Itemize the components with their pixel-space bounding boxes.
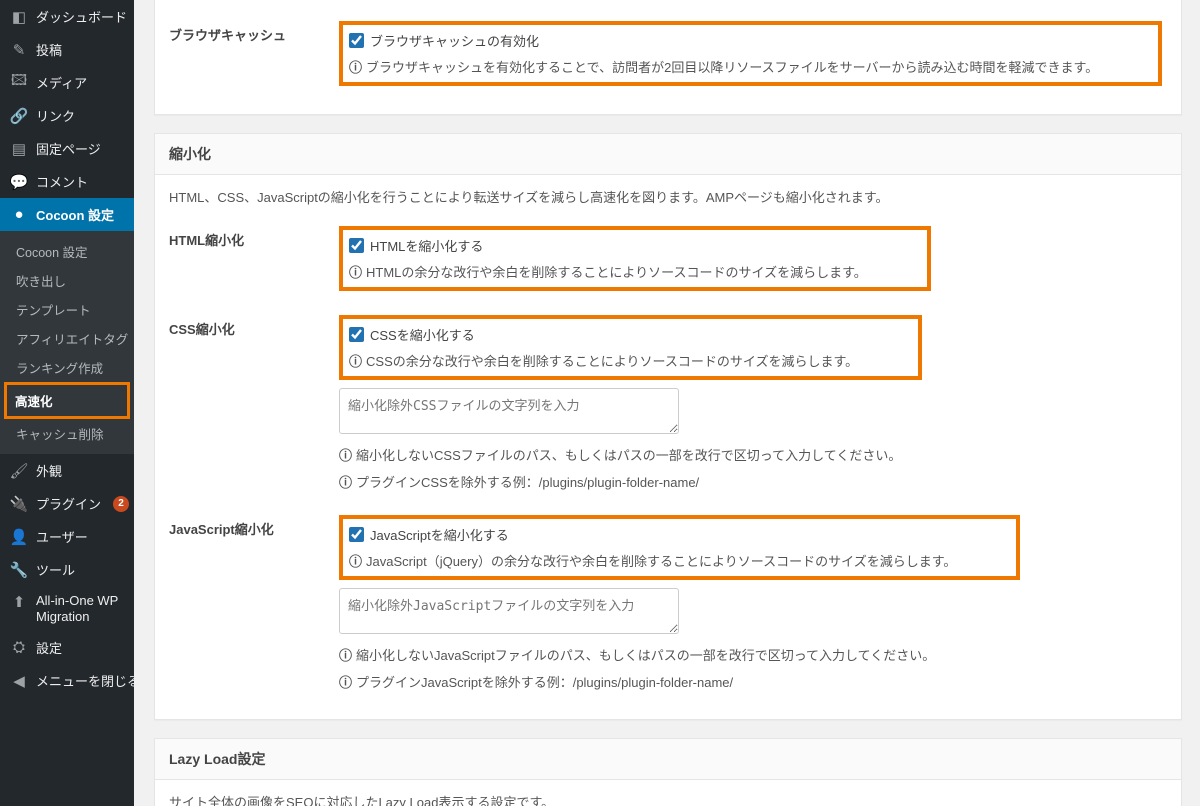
sidebar-label: ユーザー	[36, 527, 88, 546]
sidebar-sub-ranking[interactable]: ランキング作成	[0, 353, 134, 382]
sidebar-sub-speedup[interactable]: 高速化	[4, 382, 130, 419]
js-minify-tip2: ⓘプラグインJavaScriptを除外する例：/plugins/plugin-f…	[339, 672, 1167, 691]
sidebar-item-appearance[interactable]: 🖌 外観	[0, 454, 134, 487]
sidebar-label: 固定ページ	[36, 139, 101, 158]
sidebar-label: Cocoon 設定	[36, 205, 114, 224]
sidebar-label: メニューを閉じる	[36, 671, 140, 690]
info-icon: ⓘ	[349, 60, 362, 75]
sidebar-label: 投稿	[36, 40, 62, 59]
info-icon: ⓘ	[349, 554, 362, 569]
metabox-lazyload: Lazy Load設定 サイト全体の画像をSEOに対応したLazy Load表示…	[154, 738, 1182, 806]
appearance-icon: 🖌	[10, 462, 28, 480]
collapse-icon: ◀	[10, 672, 28, 690]
info-icon: ⓘ	[339, 475, 352, 490]
sidebar-item-posts[interactable]: ✎ 投稿	[0, 33, 134, 66]
info-icon: ⓘ	[349, 265, 362, 280]
sidebar-sub-cache-clear[interactable]: キャッシュ削除	[0, 419, 134, 448]
sidebar-sub-balloon[interactable]: 吹き出し	[0, 266, 134, 295]
metabox-browser-cache: ブラウザキャッシュを設定します。ブラウザキャッシュを設定することで、次回からサー…	[154, 0, 1182, 115]
settings-content: ブラウザキャッシュを設定します。ブラウザキャッシュを設定することで、次回からサー…	[134, 0, 1200, 806]
sidebar-sub-cocoon-settings[interactable]: Cocoon 設定	[0, 237, 134, 266]
sidebar-label: ツール	[36, 560, 75, 579]
css-minify-exclude-textarea[interactable]	[339, 388, 679, 434]
sidebar-collapse[interactable]: ◀ メニューを閉じる	[0, 664, 134, 697]
lazyload-intro: サイト全体の画像をSEOに対応したLazy Load表示する設定です。	[169, 792, 1167, 806]
row-label-browser-cache: ブラウザキャッシュ	[169, 11, 339, 100]
js-minify-exclude-textarea[interactable]	[339, 588, 679, 634]
row-label-js-minify: JavaScript縮小化	[169, 505, 339, 705]
link-icon: 🔗	[10, 107, 28, 125]
browser-cache-intro: ブラウザキャッシュを設定します。ブラウザキャッシュを設定することで、次回からサー…	[169, 0, 1167, 1]
minify-intro: HTML、CSS、JavaScriptの縮小化を行うことにより転送サイズを減らし…	[169, 187, 1167, 206]
info-icon: ⓘ	[339, 448, 352, 463]
page-icon: ▤	[10, 140, 28, 158]
row-label-css-minify: CSS縮小化	[169, 305, 339, 505]
sidebar-label: プラグイン	[36, 494, 101, 513]
highlight-html-minify: HTMLを縮小化する ⓘHTMLの余分な改行や余白を削除することによりソースコー…	[339, 226, 931, 291]
css-minify-checkbox-label: CSSを縮小化する	[370, 325, 475, 344]
js-minify-info: ⓘJavaScript（jQuery）の余分な改行や余白を削除することによりソー…	[349, 551, 956, 570]
admin-sidebar: ◧ ダッシュボード ✎ 投稿 🖾 メディア 🔗 リンク ▤ 固定ページ 💬 コメ…	[0, 0, 134, 806]
sidebar-label: コメント	[36, 172, 88, 191]
js-minify-checkbox[interactable]	[349, 527, 364, 542]
highlight-css-minify: CSSを縮小化する ⓘCSSの余分な改行や余白を削除することによりソースコードの…	[339, 315, 922, 380]
sidebar-item-media[interactable]: 🖾 メディア	[0, 66, 134, 99]
sidebar-sub-affiliate[interactable]: アフィリエイトタグ	[0, 324, 134, 353]
css-minify-checkbox[interactable]	[349, 327, 364, 342]
checkbox-row-js-minify[interactable]: JavaScriptを縮小化する	[349, 525, 509, 544]
html-minify-checkbox[interactable]	[349, 238, 364, 253]
plugin-icon: 🔌	[10, 495, 28, 513]
comment-icon: 💬	[10, 173, 28, 191]
sidebar-item-links[interactable]: 🔗 リンク	[0, 99, 134, 132]
html-minify-checkbox-label: HTMLを縮小化する	[370, 236, 483, 255]
sidebar-label: メディア	[36, 73, 87, 92]
cocoon-icon: ●	[10, 206, 28, 224]
sidebar-item-settings[interactable]: ⛭ 設定	[0, 631, 134, 664]
sidebar-item-comments[interactable]: 💬 コメント	[0, 165, 134, 198]
sidebar-label: 設定	[36, 638, 62, 657]
sidebar-item-pages[interactable]: ▤ 固定ページ	[0, 132, 134, 165]
js-minify-tip1: ⓘ縮小化しないJavaScriptファイルのパス、もしくはパスの一部を改行で区切…	[339, 645, 1167, 664]
sidebar-sub-template[interactable]: テンプレート	[0, 295, 134, 324]
media-icon: 🖾	[10, 74, 28, 92]
highlight-js-minify: JavaScriptを縮小化する ⓘJavaScript（jQuery）の余分な…	[339, 515, 1020, 580]
dashboard-icon: ◧	[10, 8, 28, 26]
sidebar-item-cocoon[interactable]: ● Cocoon 設定	[0, 198, 134, 231]
user-icon: 👤	[10, 528, 28, 546]
sidebar-item-dashboard[interactable]: ◧ ダッシュボード	[0, 0, 134, 33]
browser-cache-checkbox[interactable]	[349, 33, 364, 48]
info-icon: ⓘ	[339, 675, 352, 690]
sidebar-item-aiowpm[interactable]: ⬆ All-in-One WP Migration	[0, 586, 134, 631]
browser-cache-checkbox-label: ブラウザキャッシュの有効化	[370, 31, 539, 50]
sidebar-label: リンク	[36, 106, 75, 125]
sidebar-submenu-cocoon: Cocoon 設定 吹き出し テンプレート アフィリエイトタグ ランキング作成 …	[0, 231, 134, 454]
row-label-html-minify: HTML縮小化	[169, 216, 339, 305]
metabox-heading-minify: 縮小化	[155, 134, 1181, 175]
tool-icon: 🔧	[10, 561, 28, 579]
browser-cache-info: ⓘブラウザキャッシュを有効化することで、訪問者が2回目以降リソースファイルをサー…	[349, 57, 1098, 76]
info-icon: ⓘ	[349, 354, 362, 369]
checkbox-row-browser-cache[interactable]: ブラウザキャッシュの有効化	[349, 31, 539, 50]
js-minify-checkbox-label: JavaScriptを縮小化する	[370, 525, 509, 544]
gear-icon: ⛭	[10, 639, 28, 657]
checkbox-row-html-minify[interactable]: HTMLを縮小化する	[349, 236, 483, 255]
css-minify-tip1: ⓘ縮小化しないCSSファイルのパス、もしくはパスの一部を改行で区切って入力してく…	[339, 445, 1167, 464]
sidebar-label: All-in-One WP Migration	[36, 593, 124, 624]
sidebar-item-users[interactable]: 👤 ユーザー	[0, 520, 134, 553]
metabox-minify: 縮小化 HTML、CSS、JavaScriptの縮小化を行うことにより転送サイズ…	[154, 133, 1182, 720]
pin-icon: ✎	[10, 41, 28, 59]
sidebar-label: ダッシュボード	[36, 7, 127, 26]
update-badge: 2	[113, 496, 129, 512]
sidebar-item-plugins[interactable]: 🔌 プラグイン 2	[0, 487, 134, 520]
highlight-browser-cache: ブラウザキャッシュの有効化 ⓘブラウザキャッシュを有効化することで、訪問者が2回…	[339, 21, 1162, 86]
metabox-heading-lazyload: Lazy Load設定	[155, 739, 1181, 780]
css-minify-tip2: ⓘプラグインCSSを除外する例：/plugins/plugin-folder-n…	[339, 472, 1167, 491]
html-minify-info: ⓘHTMLの余分な改行や余白を削除することによりソースコードのサイズを減らします…	[349, 262, 867, 281]
css-minify-info: ⓘCSSの余分な改行や余白を削除することによりソースコードのサイズを減らします。	[349, 351, 858, 370]
sidebar-label: 外観	[36, 461, 62, 480]
checkbox-row-css-minify[interactable]: CSSを縮小化する	[349, 325, 475, 344]
info-icon: ⓘ	[339, 648, 352, 663]
migration-icon: ⬆	[10, 593, 28, 611]
sidebar-item-tools[interactable]: 🔧 ツール	[0, 553, 134, 586]
